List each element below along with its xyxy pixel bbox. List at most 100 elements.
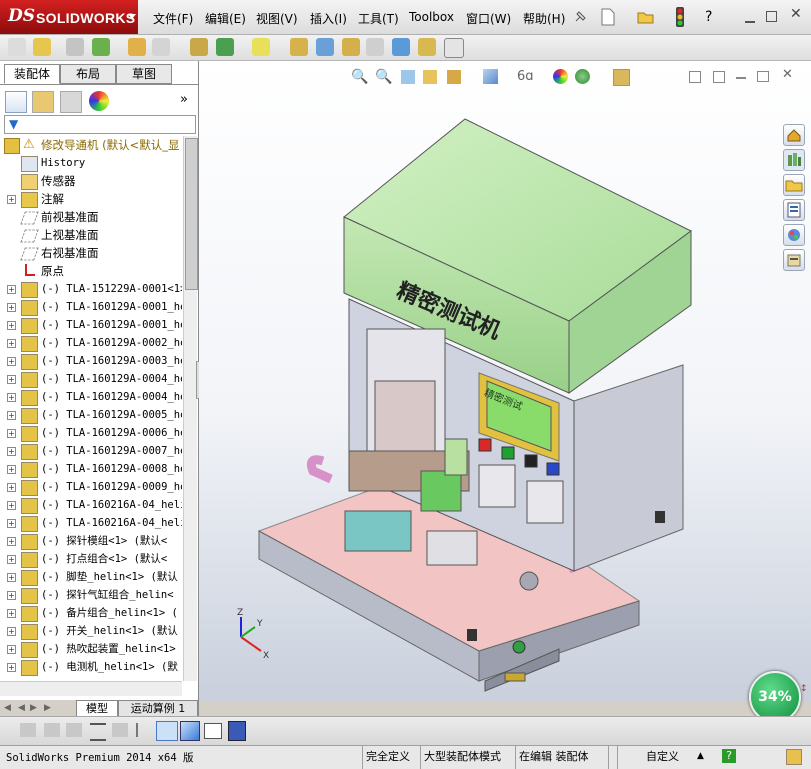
tab-sketch[interactable]: 草图 [116,64,172,84]
tree-item[interactable]: + (-) TLA-151229A-0001<1> [0,280,182,298]
expand-toggle-icon[interactable]: + [7,339,16,348]
expand-toggle-icon[interactable]: + [7,537,16,546]
menu-file[interactable]: 文件(F) [153,10,193,27]
expand-toggle-icon[interactable]: + [7,519,16,528]
tree-item[interactable]: + (-) TLA-160129A-0006_he [0,424,182,442]
interference-icon[interactable] [392,38,410,56]
new-document-icon[interactable] [600,8,616,26]
expand-toggle-icon[interactable]: + [7,321,16,330]
calculate-icon[interactable] [44,723,60,737]
tree-item[interactable]: + 注解 [0,190,182,208]
expand-toggle-icon[interactable]: + [7,375,16,384]
expand-toggle-icon[interactable]: + [7,393,16,402]
file-explorer-icon[interactable] [783,174,805,196]
expand-toggle-icon[interactable]: + [7,465,16,474]
insert-component-icon[interactable] [8,38,26,56]
appearances-icon[interactable] [783,224,805,246]
feature-manager-icon[interactable] [5,91,27,113]
expand-toggle-icon[interactable]: + [7,447,16,456]
bill-of-materials-icon[interactable] [316,38,334,56]
expand-toggle-icon[interactable]: + [7,609,16,618]
new-motion-study-icon[interactable] [290,38,308,56]
large-assembly-icon[interactable] [444,38,464,58]
pin-icon[interactable] [573,9,588,24]
tree-item[interactable]: + (-) TLA-160129A-0005_he [0,406,182,424]
tree-item[interactable]: + (-) TLA-160129A-0002_he [0,334,182,352]
table-view-icon[interactable] [204,723,222,739]
tree-item[interactable]: + (-) 备片组合_helin<1> ( [0,604,182,622]
save-animation-icon[interactable] [228,721,246,741]
quick-help-icon[interactable]: ? [722,749,736,763]
zoom-arrows-icon[interactable]: ↕ [800,684,808,694]
tree-view-icon[interactable] [156,721,178,741]
tree-item[interactable]: + (-) TLA-160129A-0008_he [0,460,182,478]
menu-window[interactable]: 窗口(W) [466,10,511,27]
traffic-light-icon[interactable] [675,6,685,28]
timeline-icon[interactable] [20,723,36,737]
mate-icon[interactable] [33,38,51,56]
expand-toggle-icon[interactable]: + [7,285,16,294]
tree-item[interactable]: + (-) 电测机_helin<1> (默 [0,658,182,676]
tab-layout[interactable]: 布局 [60,64,116,84]
scrollbar-thumb[interactable] [185,138,198,290]
expand-panel-icon[interactable]: » [180,92,188,107]
close-icon[interactable]: ✕ [790,6,802,22]
home-icon[interactable] [783,124,805,146]
tree-item[interactable]: 传感器 [0,172,182,190]
tree-item[interactable]: + (-) TLA-160129A-0009_he [0,478,182,496]
assembly-feature-icon[interactable] [216,38,234,56]
expand-toggle-icon[interactable]: + [7,411,16,420]
first-tab-icon[interactable]: ◀ [4,703,11,713]
open-folder-icon[interactable] [637,8,655,26]
tree-filter[interactable]: ▼ [4,115,196,134]
expand-toggle-icon[interactable]: + [7,357,16,366]
custom-properties-icon[interactable] [783,249,805,271]
status-units[interactable]: 自定义 [617,746,736,769]
menu-toolbox[interactable]: Toolbox [409,10,454,24]
expand-toggle-icon[interactable]: + [7,627,16,636]
instant3d-icon[interactable] [418,38,436,56]
tree-item[interactable]: + (-) 热吹起装置_helin<1> [0,640,182,658]
tree-vertical-scrollbar[interactable] [183,136,198,681]
help-icon[interactable]: ? [705,9,712,25]
tree-item[interactable]: + (-) TLA-160216A-04_heli [0,496,182,514]
tree-item[interactable]: + (-) TLA-160129A-0003_he [0,352,182,370]
notes-icon[interactable] [786,749,802,765]
view-palette-icon[interactable] [783,199,805,221]
list-icon[interactable] [90,723,106,741]
exploded-view-icon[interactable] [342,38,360,56]
expand-toggle-icon[interactable]: + [7,429,16,438]
expand-toggle-icon[interactable]: + [7,303,16,312]
split-icon[interactable] [136,723,152,737]
play-icon[interactable] [66,723,82,737]
tree-item[interactable]: + (-) 探针气缸组合_helin< [0,586,182,604]
tree-horizontal-scrollbar[interactable] [0,681,182,696]
paperclip-icon[interactable] [66,38,84,56]
units-dropdown-icon[interactable]: ▲ [697,751,704,761]
pattern-icon[interactable] [92,38,110,56]
tree-item[interactable]: + (-) TLA-160216A-04_heli [0,514,182,532]
tree-item[interactable]: + (-) 打点组合<1> (默认< [0,550,182,568]
expand-toggle-icon[interactable]: + [7,195,16,204]
tree-item[interactable]: + (-) 脚垫_helin<1> (默认 [0,568,182,586]
smart-fastener-icon[interactable] [128,38,146,56]
last-tab-icon[interactable]: ▶ [44,703,51,713]
tree-item[interactable]: + (-) TLA-160129A-0004_he [0,370,182,388]
solidworks-logo[interactable]: DS SOLIDWORKS [0,0,138,34]
tab-assembly[interactable]: 装配体 [4,64,60,84]
property-manager-icon[interactable] [32,91,54,113]
tree-item[interactable]: History [0,154,182,172]
configuration-manager-icon[interactable] [60,91,82,113]
tree-item[interactable]: 原点 [0,262,182,280]
show-hidden-icon[interactable] [190,38,208,56]
tree-item[interactable]: + (-) TLA-160129A-0001_he [0,298,182,316]
tree-root[interactable]: ⚠ 修改导通机 (默认<默认_显 [0,136,182,154]
tree-item[interactable]: 前视基准面 [0,208,182,226]
tab-model[interactable]: 模型 [76,700,118,717]
expand-toggle-icon[interactable]: + [7,501,16,510]
tree-item[interactable]: 右视基准面 [0,244,182,262]
restore-icon[interactable] [766,11,777,22]
menu-edit[interactable]: 编辑(E) [205,10,246,27]
prev-tab-icon[interactable]: ◀ [18,703,25,713]
tree-item[interactable]: + (-) TLA-160129A-0004_he [0,388,182,406]
